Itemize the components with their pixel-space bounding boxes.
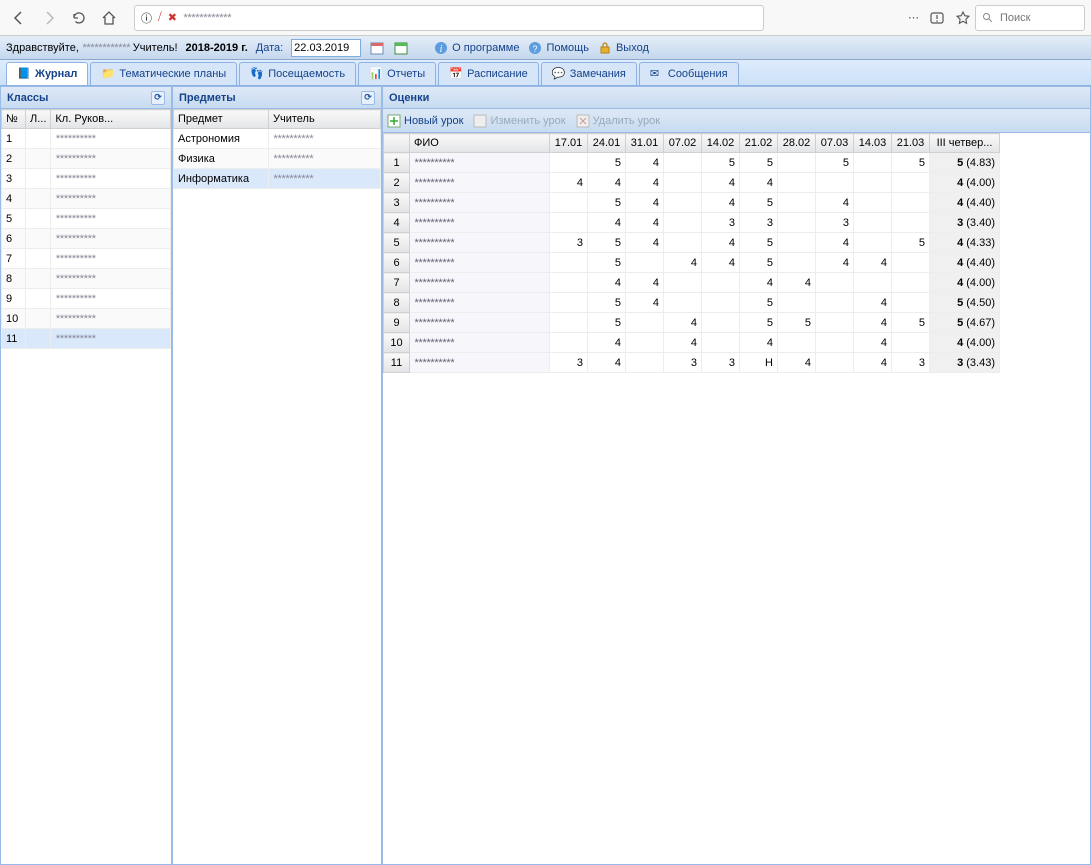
table-row[interactable]: 11**********: [2, 329, 171, 349]
table-row[interactable]: 8**********54545 (4.50): [384, 293, 1000, 313]
calendar-icon[interactable]: [369, 40, 385, 56]
lock-icon: [597, 40, 613, 56]
marks-toolbar: Новый урок Изменить урок Удалить урок: [383, 109, 1090, 133]
plus-icon: [387, 114, 401, 128]
delete-lesson-button: Удалить урок: [576, 114, 660, 128]
tab-Расписание[interactable]: 📅Расписание: [438, 62, 539, 85]
table-row[interactable]: 6**********: [2, 229, 171, 249]
new-lesson-button[interactable]: Новый урок: [387, 114, 463, 128]
tab-icon: 📁: [101, 67, 115, 81]
table-row[interactable]: 5**********35445454 (4.33): [384, 233, 1000, 253]
tracking-icon[interactable]: ✖: [168, 11, 177, 24]
app-header: Здравствуйте, ************ Учитель! 2018…: [0, 36, 1091, 60]
url-text: ************: [183, 12, 231, 24]
help-link[interactable]: ?Помощь: [527, 40, 589, 56]
classes-header: Классы ⟳: [1, 87, 171, 109]
marks-panel: Оценки Новый урок Изменить урок Удалить …: [382, 86, 1091, 865]
bookmark-icon[interactable]: [955, 10, 971, 26]
back-button[interactable]: [6, 5, 32, 31]
tab-Журнал[interactable]: 📘Журнал: [6, 62, 88, 85]
browser-search[interactable]: [975, 5, 1085, 31]
blocker-icon[interactable]: ⧸: [158, 11, 162, 24]
edit-icon: [473, 114, 487, 128]
url-bar[interactable]: ⓘ ⧸ ✖ ************: [134, 5, 764, 31]
marks-header: Оценки: [383, 87, 1090, 109]
tab-Отчеты[interactable]: 📊Отчеты: [358, 62, 436, 85]
table-row[interactable]: 1**********5455555 (4.83): [384, 153, 1000, 173]
table-row[interactable]: 10**********44444 (4.00): [384, 333, 1000, 353]
refresh-icon[interactable]: ⟳: [361, 91, 375, 105]
main-tabs: 📘Журнал📁Тематические планы👣Посещаемость📊…: [0, 60, 1091, 86]
table-row[interactable]: 6**********5445444 (4.40): [384, 253, 1000, 273]
edit-lesson-button: Изменить урок: [473, 114, 565, 128]
svg-text:?: ?: [533, 44, 538, 54]
table-row[interactable]: 9**********5455455 (4.67): [384, 313, 1000, 333]
tab-icon: 📊: [369, 67, 383, 81]
browser-search-input[interactable]: [998, 11, 1078, 25]
delete-icon: [576, 114, 590, 128]
table-row[interactable]: 2**********: [2, 149, 171, 169]
exit-link[interactable]: Выход: [597, 40, 649, 56]
table-row[interactable]: 3**********: [2, 169, 171, 189]
table-row[interactable]: Информатика**********: [174, 169, 381, 189]
browser-toolbar: ⓘ ⧸ ✖ ************ ⋯: [0, 0, 1091, 36]
search-icon: [982, 12, 994, 24]
table-row[interactable]: 4**********: [2, 189, 171, 209]
marks-grid[interactable]: ФИО17.0124.0131.0107.0214.0221.0228.0207…: [383, 133, 1000, 373]
table-row[interactable]: 4**********443333 (3.40): [384, 213, 1000, 233]
help-icon: ?: [527, 40, 543, 56]
table-row[interactable]: Астрономия**********: [174, 129, 381, 149]
tab-Замечания[interactable]: 💬Замечания: [541, 62, 637, 85]
school-year: 2018-2019 г.: [186, 42, 248, 54]
info-icon: i: [433, 40, 449, 56]
subjects-header: Предметы ⟳: [173, 87, 381, 109]
subjects-panel: Предметы ⟳ ПредметУчитель Астрономия****…: [172, 86, 382, 865]
refresh-icon[interactable]: ⟳: [151, 91, 165, 105]
home-button[interactable]: [96, 5, 122, 31]
tab-icon: 📅: [449, 67, 463, 81]
classes-panel: Классы ⟳ №Л...Кл. Руков... 1**********2*…: [0, 86, 172, 865]
about-link[interactable]: iО программе: [433, 40, 519, 56]
table-row[interactable]: 9**********: [2, 289, 171, 309]
more-icon[interactable]: ⋯: [908, 11, 919, 24]
info-icon[interactable]: ⓘ: [141, 10, 152, 26]
table-row[interactable]: 5**********: [2, 209, 171, 229]
reload-button[interactable]: [66, 5, 92, 31]
classes-grid[interactable]: №Л...Кл. Руков... 1**********2**********…: [1, 109, 171, 349]
tab-Сообщения[interactable]: ✉Сообщения: [639, 62, 739, 85]
today-icon[interactable]: [393, 40, 409, 56]
tab-icon: 📘: [17, 67, 31, 81]
subjects-grid[interactable]: ПредметУчитель Астрономия**********Физик…: [173, 109, 381, 189]
tab-Тематические планы[interactable]: 📁Тематические планы: [90, 62, 237, 85]
table-row[interactable]: 10**********: [2, 309, 171, 329]
tab-icon: 💬: [552, 67, 566, 81]
tab-icon: ✉: [650, 67, 664, 81]
date-input[interactable]: [291, 39, 361, 57]
reader-icon[interactable]: [929, 10, 945, 26]
table-row[interactable]: 8**********: [2, 269, 171, 289]
tab-icon: 👣: [250, 67, 264, 81]
table-row[interactable]: 3**********544544 (4.40): [384, 193, 1000, 213]
table-row[interactable]: 2**********444444 (4.00): [384, 173, 1000, 193]
table-row[interactable]: Физика**********: [174, 149, 381, 169]
table-row[interactable]: 1**********: [2, 129, 171, 149]
table-row[interactable]: 7**********: [2, 249, 171, 269]
svg-text:i: i: [440, 44, 443, 55]
tab-Посещаемость[interactable]: 👣Посещаемость: [239, 62, 356, 85]
date-label: Дата:: [256, 42, 283, 54]
table-row[interactable]: 11**********3433Н4433 (3.43): [384, 353, 1000, 373]
table-row[interactable]: 7**********44444 (4.00): [384, 273, 1000, 293]
greeting: Здравствуйте, ************ Учитель!: [6, 42, 178, 54]
forward-button[interactable]: [36, 5, 62, 31]
